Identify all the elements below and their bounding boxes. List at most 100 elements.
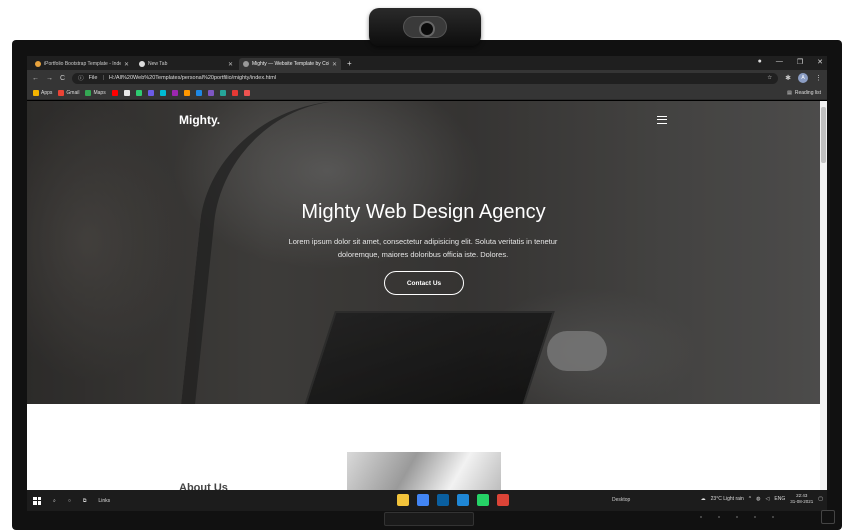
bookmark-star-icon[interactable]: ☆ <box>767 75 772 81</box>
bookmark-item[interactable] <box>171 89 178 96</box>
menu-kebab-icon[interactable]: ⋮ <box>815 74 822 82</box>
bookmark-favicon-icon <box>207 89 214 96</box>
profile-dot-icon[interactable]: ● <box>758 58 762 66</box>
monitor-power-button <box>821 510 835 524</box>
bookmark-favicon-icon <box>195 89 202 96</box>
clock[interactable]: 22:43 31-08-2021 <box>790 493 813 505</box>
extensions-icon[interactable]: ✱ <box>785 74 791 82</box>
chrome-profile-icon[interactable] <box>497 494 509 506</box>
bookmark-favicon-icon <box>85 89 92 96</box>
tab-favicon-icon <box>139 61 145 67</box>
monitor-buttons <box>700 516 774 518</box>
weather-cloud-icon: ☁ <box>700 496 706 502</box>
webcam <box>369 8 481 46</box>
volume-icon[interactable]: ◁ <box>766 496 770 502</box>
tab-iportfolio[interactable]: iPortfolio Bootstrap Template - Inde ✕ <box>31 58 133 70</box>
hero-title: Mighty Web Design Agency <box>301 201 546 223</box>
bookmark-item[interactable]: Apps <box>33 89 53 96</box>
bookmark-item[interactable] <box>147 89 154 96</box>
desktop-toolbar[interactable]: Desktop <box>612 497 630 503</box>
bookmark-label: Gmail <box>66 89 80 96</box>
bookmark-item[interactable] <box>207 89 214 96</box>
windows-start-icon[interactable] <box>33 496 41 505</box>
monitor-screen: iPortfolio Bootstrap Template - Inde ✕ N… <box>27 56 827 511</box>
bookmark-favicon-icon <box>123 89 130 96</box>
tab-title: iPortfolio Bootstrap Template - Inde <box>44 61 121 67</box>
chrome-icon[interactable] <box>417 494 429 506</box>
back-icon[interactable]: ← <box>32 75 39 82</box>
whatsapp-icon[interactable] <box>477 494 489 506</box>
profile-avatar[interactable]: A <box>798 73 808 83</box>
taskbar-left: ⌕ ○ ⧉ Links <box>33 496 110 505</box>
hamburger-menu-icon[interactable] <box>657 116 667 124</box>
language-indicator[interactable]: ENG <box>774 496 785 502</box>
taskbar-pinned-apps <box>397 494 509 506</box>
vscode-icon[interactable] <box>457 494 469 506</box>
bookmark-favicon-icon <box>33 89 39 96</box>
info-icon[interactable]: ⓘ <box>78 74 84 82</box>
bookmark-item[interactable] <box>195 89 202 96</box>
bookmark-favicon-icon <box>135 89 142 96</box>
window-controls: ● — ❐ ✕ <box>758 58 823 66</box>
page-scrollbar[interactable] <box>820 101 827 490</box>
bookmark-favicon-icon <box>58 89 65 96</box>
tab-mighty[interactable]: Mighty — Website Template by Col ✕ <box>239 58 341 70</box>
monitor-stand <box>384 512 474 526</box>
minimize-icon[interactable]: — <box>776 58 783 66</box>
tab-close-icon[interactable]: ✕ <box>332 61 337 68</box>
bookmark-favicon-icon <box>219 89 226 96</box>
weather-text[interactable]: 23°C Light rain <box>711 496 744 502</box>
reading-list-button[interactable]: ▤ Reading list <box>787 90 821 96</box>
bookmark-item[interactable] <box>183 89 190 96</box>
reload-icon[interactable]: C <box>60 75 65 82</box>
reading-list-label: Reading list <box>794 89 821 96</box>
tab-close-icon[interactable]: ✕ <box>228 61 233 68</box>
photo-stage: iPortfolio Bootstrap Template - Inde ✕ N… <box>0 0 852 532</box>
site-logo[interactable]: Mighty. <box>179 113 220 127</box>
bookmark-favicon-icon <box>159 89 166 96</box>
system-tray: ☁ 23°C Light rain ^ ◍ ◁ ENG 22:43 31-08-… <box>701 493 823 505</box>
close-window-icon[interactable]: ✕ <box>817 58 823 66</box>
page-viewport: Mighty. Mighty Web Design Agency Lorem i… <box>27 101 820 490</box>
links-toolbar[interactable]: Links <box>98 498 110 504</box>
hero-section: Mighty. Mighty Web Design Agency Lorem i… <box>27 101 820 404</box>
new-tab-button[interactable]: + <box>343 58 356 70</box>
search-icon[interactable]: ⌕ <box>53 498 56 504</box>
tab-title: Mighty — Website Template by Col <box>252 61 329 67</box>
notifications-icon[interactable]: ▢ <box>818 496 823 502</box>
bookmark-item[interactable] <box>111 89 118 96</box>
bookmark-item[interactable] <box>231 89 238 96</box>
bookmark-item[interactable] <box>219 89 226 96</box>
contact-us-button[interactable]: Contact Us <box>384 271 464 295</box>
scrollbar-thumb[interactable] <box>821 107 826 163</box>
windows-taskbar: ⌕ ○ ⧉ Links Desktop ☁ 23°C Light rain ^ … <box>27 490 827 511</box>
bookmark-item[interactable] <box>123 89 130 96</box>
bookmarks-bar: Apps Gmail Maps ▤ Reading list <box>27 86 827 100</box>
bookmark-favicon-icon <box>111 89 118 96</box>
bookmark-item[interactable] <box>135 89 142 96</box>
bookmark-favicon-icon <box>183 89 190 96</box>
bookmark-favicon-icon <box>147 89 154 96</box>
about-image <box>347 452 501 490</box>
browser-tab-bar: iPortfolio Bootstrap Template - Inde ✕ N… <box>27 56 827 70</box>
bookmark-item[interactable] <box>243 89 250 96</box>
chevron-up-icon[interactable]: ^ <box>749 496 751 502</box>
bookmark-item[interactable] <box>159 89 166 96</box>
tab-close-icon[interactable]: ✕ <box>124 61 129 68</box>
url-text[interactable]: H:/All%20Web%20Templates/personal%20port… <box>109 75 276 81</box>
network-icon[interactable]: ◍ <box>756 496 760 502</box>
reading-list-icon: ▤ <box>787 89 792 96</box>
tab-new-tab[interactable]: New Tab ✕ <box>135 58 237 70</box>
cortana-icon[interactable]: ○ <box>68 498 71 504</box>
task-view-icon[interactable]: ⧉ <box>83 498 87 504</box>
bookmark-label: Maps <box>93 89 106 96</box>
bookmark-item[interactable]: Maps <box>85 89 106 96</box>
bookmark-item[interactable]: Gmail <box>58 89 80 96</box>
forward-icon[interactable]: → <box>46 75 53 82</box>
maximize-icon[interactable]: ❐ <box>797 58 803 66</box>
tab-favicon-icon <box>243 61 249 67</box>
file-explorer-icon[interactable] <box>397 494 409 506</box>
address-bar[interactable]: ⓘ File | H:/All%20Web%20Templates/person… <box>72 72 779 84</box>
bookmark-label: Apps <box>41 89 53 96</box>
photoshop-icon[interactable] <box>437 494 449 506</box>
